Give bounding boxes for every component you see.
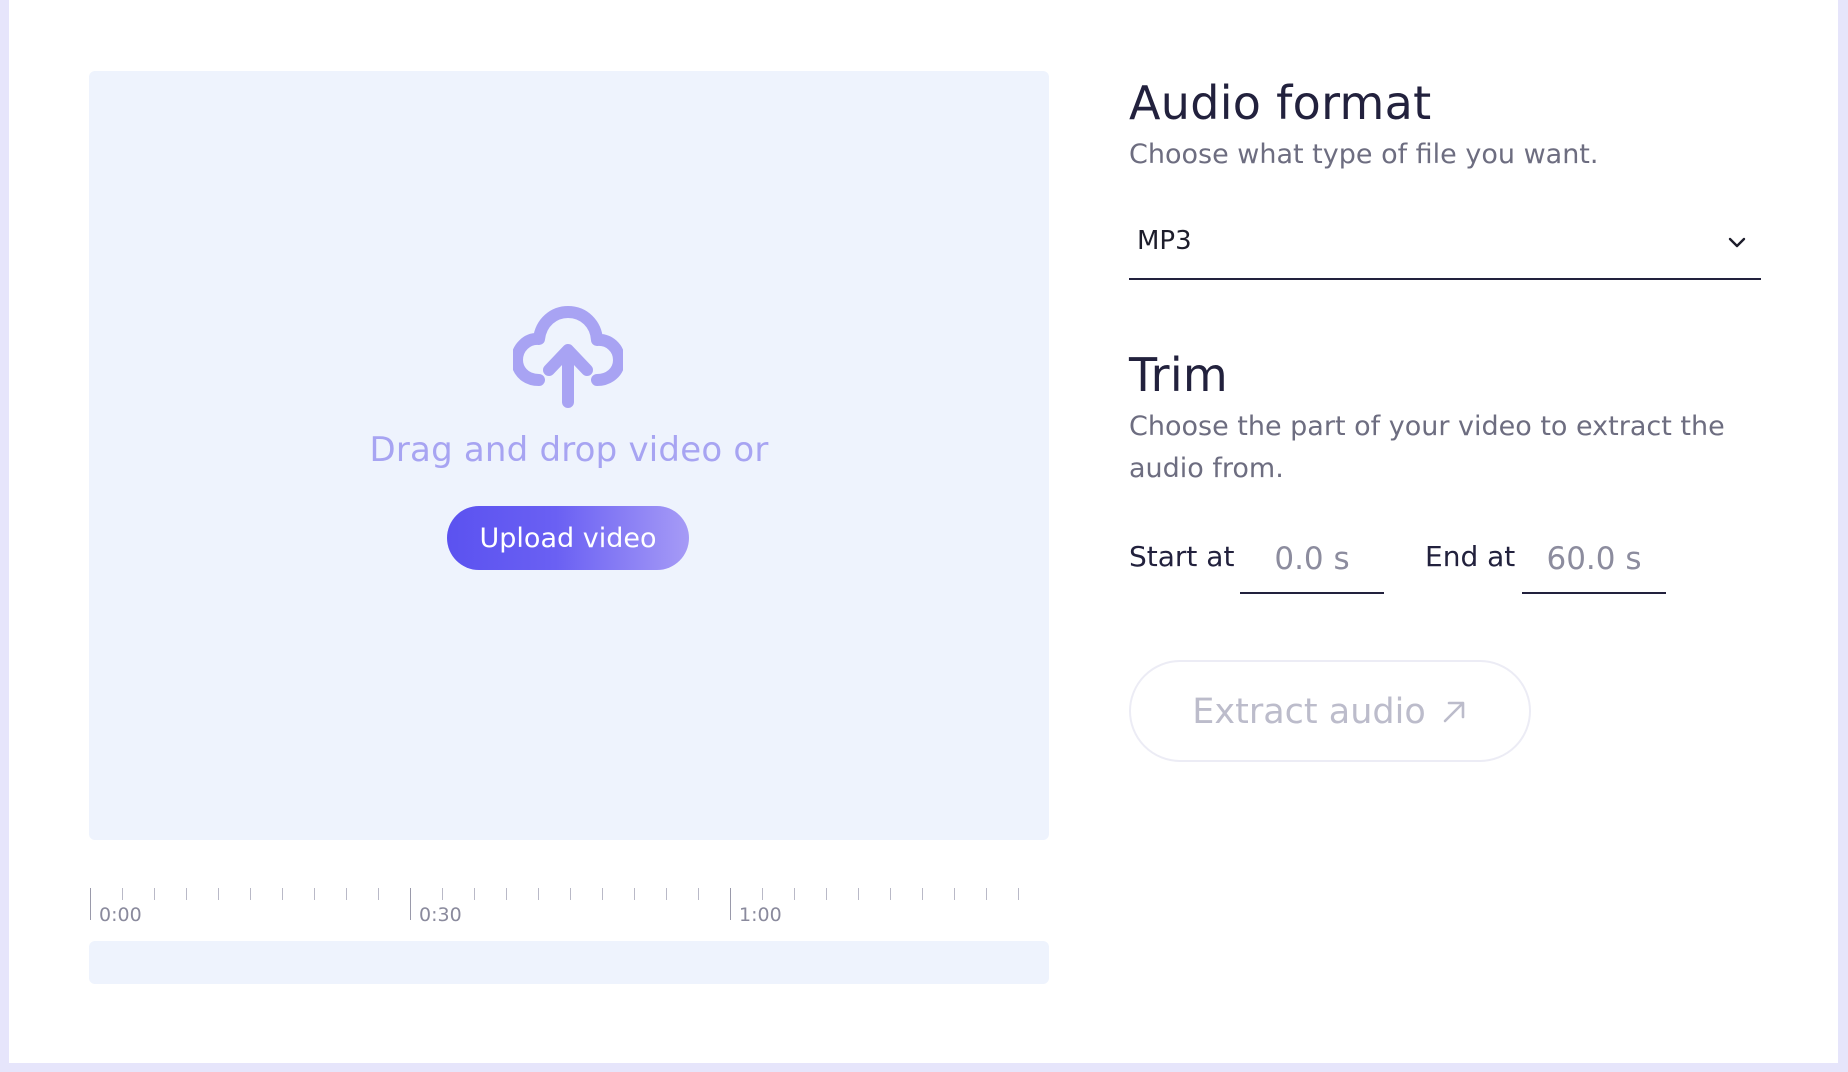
timeline-tick [826,888,827,900]
timeline-tick [122,888,123,900]
start-time-input[interactable] [1240,526,1384,594]
timeline-tick [186,888,187,900]
start-at-label: Start at [1129,540,1235,573]
extract-audio-label: Extract audio [1192,691,1426,732]
timeline-tick [314,888,315,900]
timeline-tick [634,888,635,900]
arrow-up-right-icon [1443,701,1465,722]
timeline-tick [442,888,443,900]
timeline-tick [1018,888,1019,900]
timeline-tick [698,888,699,900]
cloud-upload-icon [513,306,623,408]
timeline-tick [986,888,987,900]
timeline-tick [890,888,891,900]
end-at-label: End at [1425,540,1516,573]
timeline-tick [954,888,955,900]
timeline-tick [794,888,795,900]
audio-format-selected-value: MP3 [1137,226,1192,256]
chevron-down-icon [1728,237,1746,248]
timeline-tick [282,888,283,900]
timeline-tick [378,888,379,900]
timeline-tick [538,888,539,900]
timeline-label: 1:00 [739,904,782,926]
trim-subtitle: Choose the part of your video to extract… [1129,411,1725,484]
timeline-tick [570,888,571,900]
timeline-tick [858,888,859,900]
timeline-major-tick [90,888,91,920]
timeline-tick [922,888,923,900]
timeline-tick [762,888,763,900]
timeline-track[interactable] [89,941,1049,984]
audio-format-subtitle: Choose what type of file you want. [1129,139,1599,170]
timeline-label: 0:30 [419,904,462,926]
timeline-label: 0:00 [99,904,142,926]
timeline-major-tick [410,888,411,920]
timeline-ruler: 0:00 0:30 1:00 [89,884,1049,926]
timeline-tick [218,888,219,900]
upload-video-button[interactable]: Upload video [447,506,689,570]
timeline-tick [346,888,347,900]
audio-format-title: Audio format [1129,76,1432,130]
trim-title: Trim [1129,348,1229,402]
timeline-tick [250,888,251,900]
timeline-tick [474,888,475,900]
timeline-major-tick [730,888,731,920]
audio-format-select[interactable]: MP3 [1129,216,1761,280]
extract-audio-button[interactable]: Extract audio [1129,660,1531,762]
timeline-tick [666,888,667,900]
end-time-input[interactable] [1522,526,1666,594]
timeline-tick [154,888,155,900]
timeline-tick [506,888,507,900]
timeline-tick [602,888,603,900]
drop-instructions: Drag and drop video or [369,430,769,470]
